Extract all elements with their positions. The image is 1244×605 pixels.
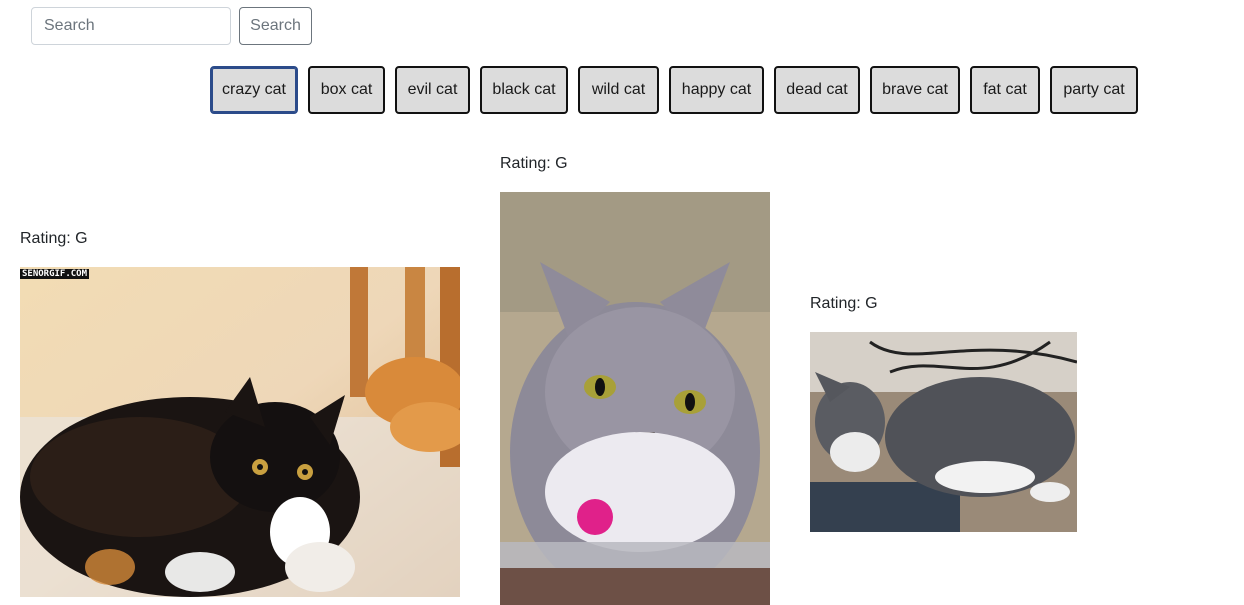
cat-gif-image[interactable] bbox=[810, 332, 1077, 532]
cat-gif-image[interactable]: SENORGIF.COM bbox=[20, 267, 460, 597]
tag-button-party-cat[interactable]: party cat bbox=[1050, 66, 1138, 114]
tag-button-crazy-cat[interactable]: crazy cat bbox=[210, 66, 298, 114]
cat-gif-image[interactable] bbox=[500, 192, 770, 605]
tag-button-evil-cat[interactable]: evil cat bbox=[395, 66, 470, 114]
search-input[interactable] bbox=[31, 7, 231, 45]
rating-label: Rating: G bbox=[20, 230, 88, 247]
tag-button-fat-cat[interactable]: fat cat bbox=[970, 66, 1040, 114]
cat-gif-picture bbox=[500, 192, 770, 605]
rating-label: Rating: G bbox=[810, 295, 878, 312]
tag-button-dead-cat[interactable]: dead cat bbox=[774, 66, 860, 114]
cat-gif-picture bbox=[810, 332, 1077, 532]
tag-button-wild-cat[interactable]: wild cat bbox=[578, 66, 659, 114]
tag-button-black-cat[interactable]: black cat bbox=[480, 66, 568, 114]
tag-button-box-cat[interactable]: box cat bbox=[308, 66, 385, 114]
cat-gif-picture bbox=[20, 267, 460, 597]
watermark-text: SENORGIF.COM bbox=[20, 269, 90, 279]
search-button[interactable]: Search bbox=[239, 7, 312, 45]
rating-label: Rating: G bbox=[500, 155, 568, 172]
tag-button-happy-cat[interactable]: happy cat bbox=[669, 66, 764, 114]
tag-button-brave-cat[interactable]: brave cat bbox=[870, 66, 960, 114]
